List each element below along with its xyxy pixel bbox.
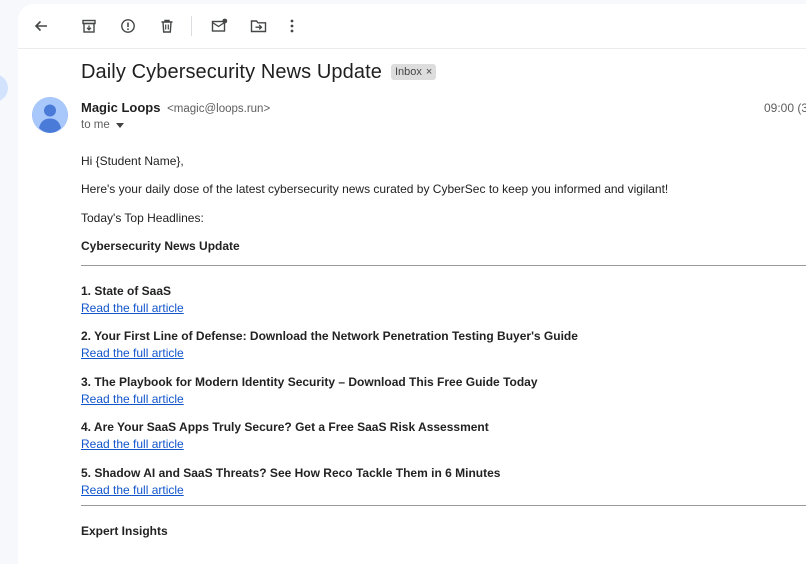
archive-icon bbox=[81, 18, 97, 34]
article-item: 2. Your First Line of Defense: Download … bbox=[81, 329, 578, 360]
sender-name[interactable]: Magic Loops bbox=[81, 100, 160, 115]
delete-icon bbox=[159, 18, 175, 34]
read-article-link[interactable]: Read the full article bbox=[81, 346, 184, 360]
article-title: 2. Your First Line of Defense: Download … bbox=[81, 329, 578, 343]
remove-label-button[interactable]: × bbox=[426, 66, 432, 78]
archive-button[interactable] bbox=[77, 14, 101, 38]
nav-highlight bbox=[0, 74, 8, 102]
person-icon bbox=[32, 97, 68, 133]
read-article-link[interactable]: Read the full article bbox=[81, 437, 184, 451]
more-options-button[interactable] bbox=[280, 14, 304, 38]
mark-unread-icon bbox=[211, 18, 228, 34]
read-article-link[interactable]: Read the full article bbox=[81, 301, 184, 315]
article-title: 4. Are Your SaaS Apps Truly Secure? Get … bbox=[81, 420, 489, 434]
section-title: Cybersecurity News Update bbox=[81, 239, 240, 253]
toolbar-divider bbox=[191, 16, 192, 36]
move-to-icon bbox=[250, 18, 267, 34]
more-vert-icon bbox=[289, 18, 295, 34]
article-title: 5. Shadow AI and SaaS Threats? See How R… bbox=[81, 466, 501, 480]
inbox-label-chip[interactable]: Inbox × bbox=[390, 64, 437, 80]
email-timestamp: 09:00 (3 bbox=[764, 101, 806, 115]
read-article-link[interactable]: Read the full article bbox=[81, 483, 184, 497]
message-toolbar bbox=[18, 4, 806, 49]
recipient-details-toggle[interactable]: to me bbox=[81, 119, 124, 131]
article-title: 1. State of SaaS bbox=[81, 284, 172, 298]
intro-text: Here's your daily dose of the latest cyb… bbox=[81, 182, 669, 196]
email-subject: Daily Cybersecurity News Update bbox=[81, 60, 382, 83]
read-article-link[interactable]: Read the full article bbox=[81, 392, 184, 406]
divider bbox=[81, 265, 806, 266]
article-item: 3. The Playbook for Modern Identity Secu… bbox=[81, 375, 538, 406]
article-item: 1. State of SaaS Read the full article bbox=[81, 284, 184, 315]
report-spam-icon bbox=[120, 18, 136, 34]
recipient-text: to me bbox=[81, 119, 110, 131]
divider bbox=[81, 505, 806, 506]
delete-button[interactable] bbox=[155, 14, 179, 38]
move-to-button[interactable] bbox=[246, 14, 270, 38]
sender-line: Magic Loops <magic@loops.run> bbox=[81, 100, 270, 115]
greeting: Hi {Student Name}, bbox=[81, 154, 184, 168]
article-item: 5. Shadow AI and SaaS Threats? See How R… bbox=[81, 466, 500, 497]
article-item: 4. Are Your SaaS Apps Truly Secure? Get … bbox=[81, 420, 489, 451]
label-text: Inbox bbox=[394, 66, 422, 78]
avatar[interactable] bbox=[32, 97, 68, 133]
report-spam-button[interactable] bbox=[116, 14, 140, 38]
sender-email: <magic@loops.run> bbox=[167, 103, 271, 115]
subject-row: Daily Cybersecurity News Update Inbox × bbox=[81, 57, 437, 87]
back-arrow-icon bbox=[33, 18, 49, 34]
mark-unread-button[interactable] bbox=[207, 14, 231, 38]
caret-down-icon bbox=[115, 122, 124, 128]
article-title: 3. The Playbook for Modern Identity Secu… bbox=[81, 375, 538, 389]
back-button[interactable] bbox=[29, 14, 53, 38]
headlines-label: Today's Top Headlines: bbox=[81, 211, 204, 225]
message-pane: Daily Cybersecurity News Update Inbox × … bbox=[18, 4, 806, 564]
expert-insights-title: Expert Insights bbox=[81, 524, 168, 538]
